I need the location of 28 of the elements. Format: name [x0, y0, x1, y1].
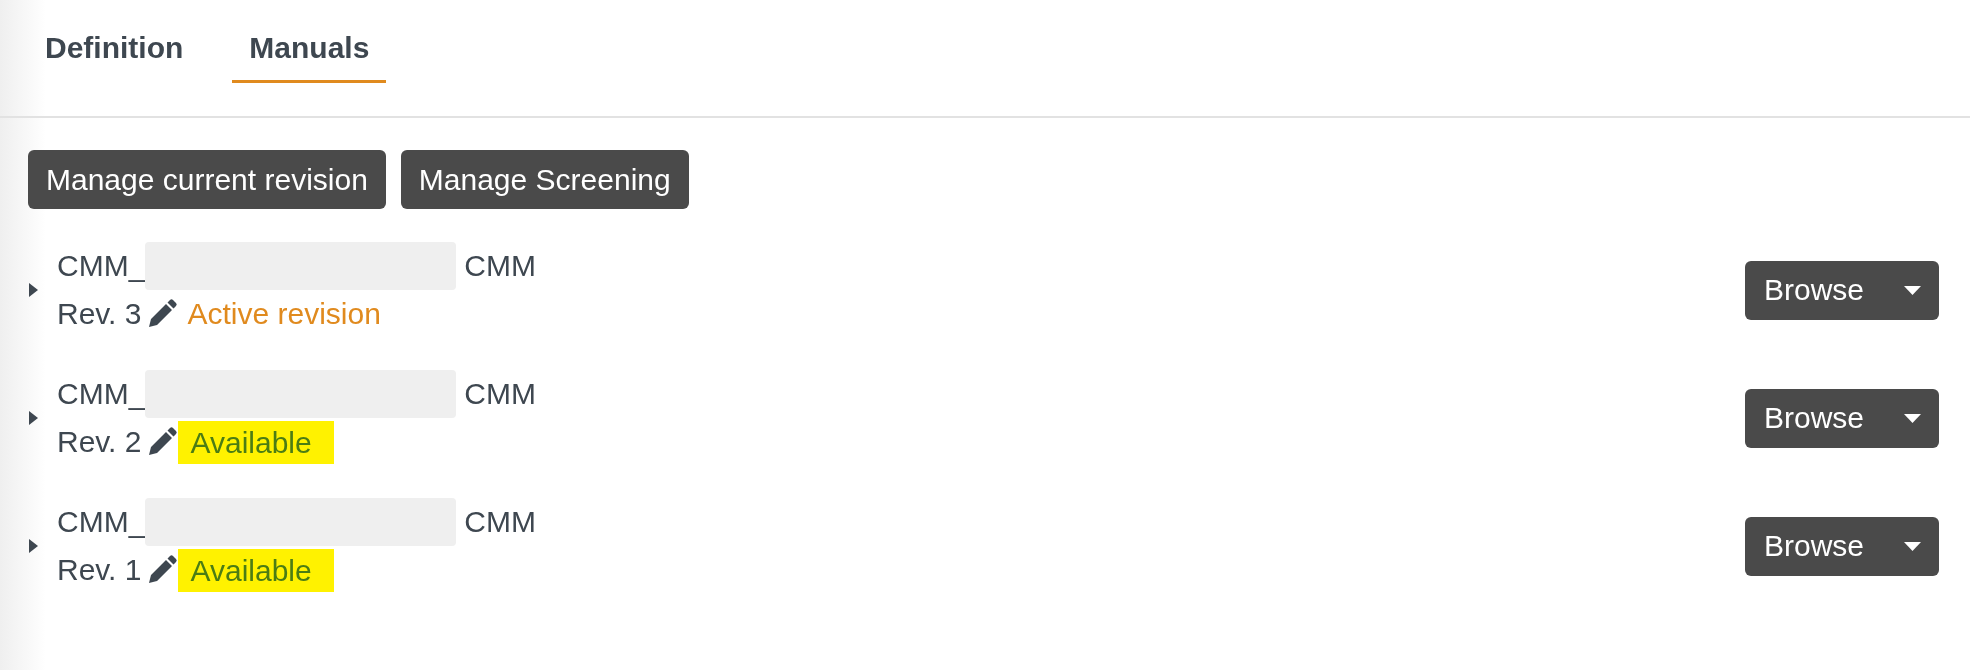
tab[interactable]: Manuals	[232, 30, 387, 83]
title-text: CMM	[464, 504, 536, 540]
caret-down-icon	[1904, 413, 1921, 423]
tab[interactable]: Definition	[28, 30, 201, 83]
browse-button[interactable]: Browse	[1744, 388, 1939, 448]
toolbar-button[interactable]: Manage current revision	[28, 150, 386, 209]
pencil-icon[interactable]	[146, 554, 179, 586]
revision-label: Rev. 1	[57, 552, 142, 588]
revision-label: Rev. 3	[57, 296, 142, 332]
caret-down-icon	[1904, 285, 1921, 295]
status-badge: Available	[178, 420, 334, 464]
caret-down-icon	[1904, 541, 1921, 551]
browse-button[interactable]: Browse	[1744, 516, 1939, 576]
title-text: CMM_	[57, 504, 146, 540]
title-text: CMM	[464, 376, 536, 412]
caret-right-icon[interactable]	[29, 283, 38, 297]
caret-right-icon[interactable]	[29, 411, 38, 425]
title-text: CMM_	[57, 248, 146, 284]
caret-right-icon[interactable]	[29, 539, 38, 553]
status-text: Active revision	[187, 296, 381, 332]
toolbar-button[interactable]: Manage Screening	[400, 150, 689, 209]
browse-button[interactable]: Browse	[1744, 260, 1939, 320]
revision-label: Rev. 2	[57, 424, 142, 460]
title-text: CMM_	[57, 376, 146, 412]
title-text: CMM	[464, 248, 536, 284]
pencil-icon[interactable]	[146, 298, 179, 330]
status-badge: Available	[178, 548, 334, 592]
pencil-icon[interactable]	[146, 426, 179, 458]
